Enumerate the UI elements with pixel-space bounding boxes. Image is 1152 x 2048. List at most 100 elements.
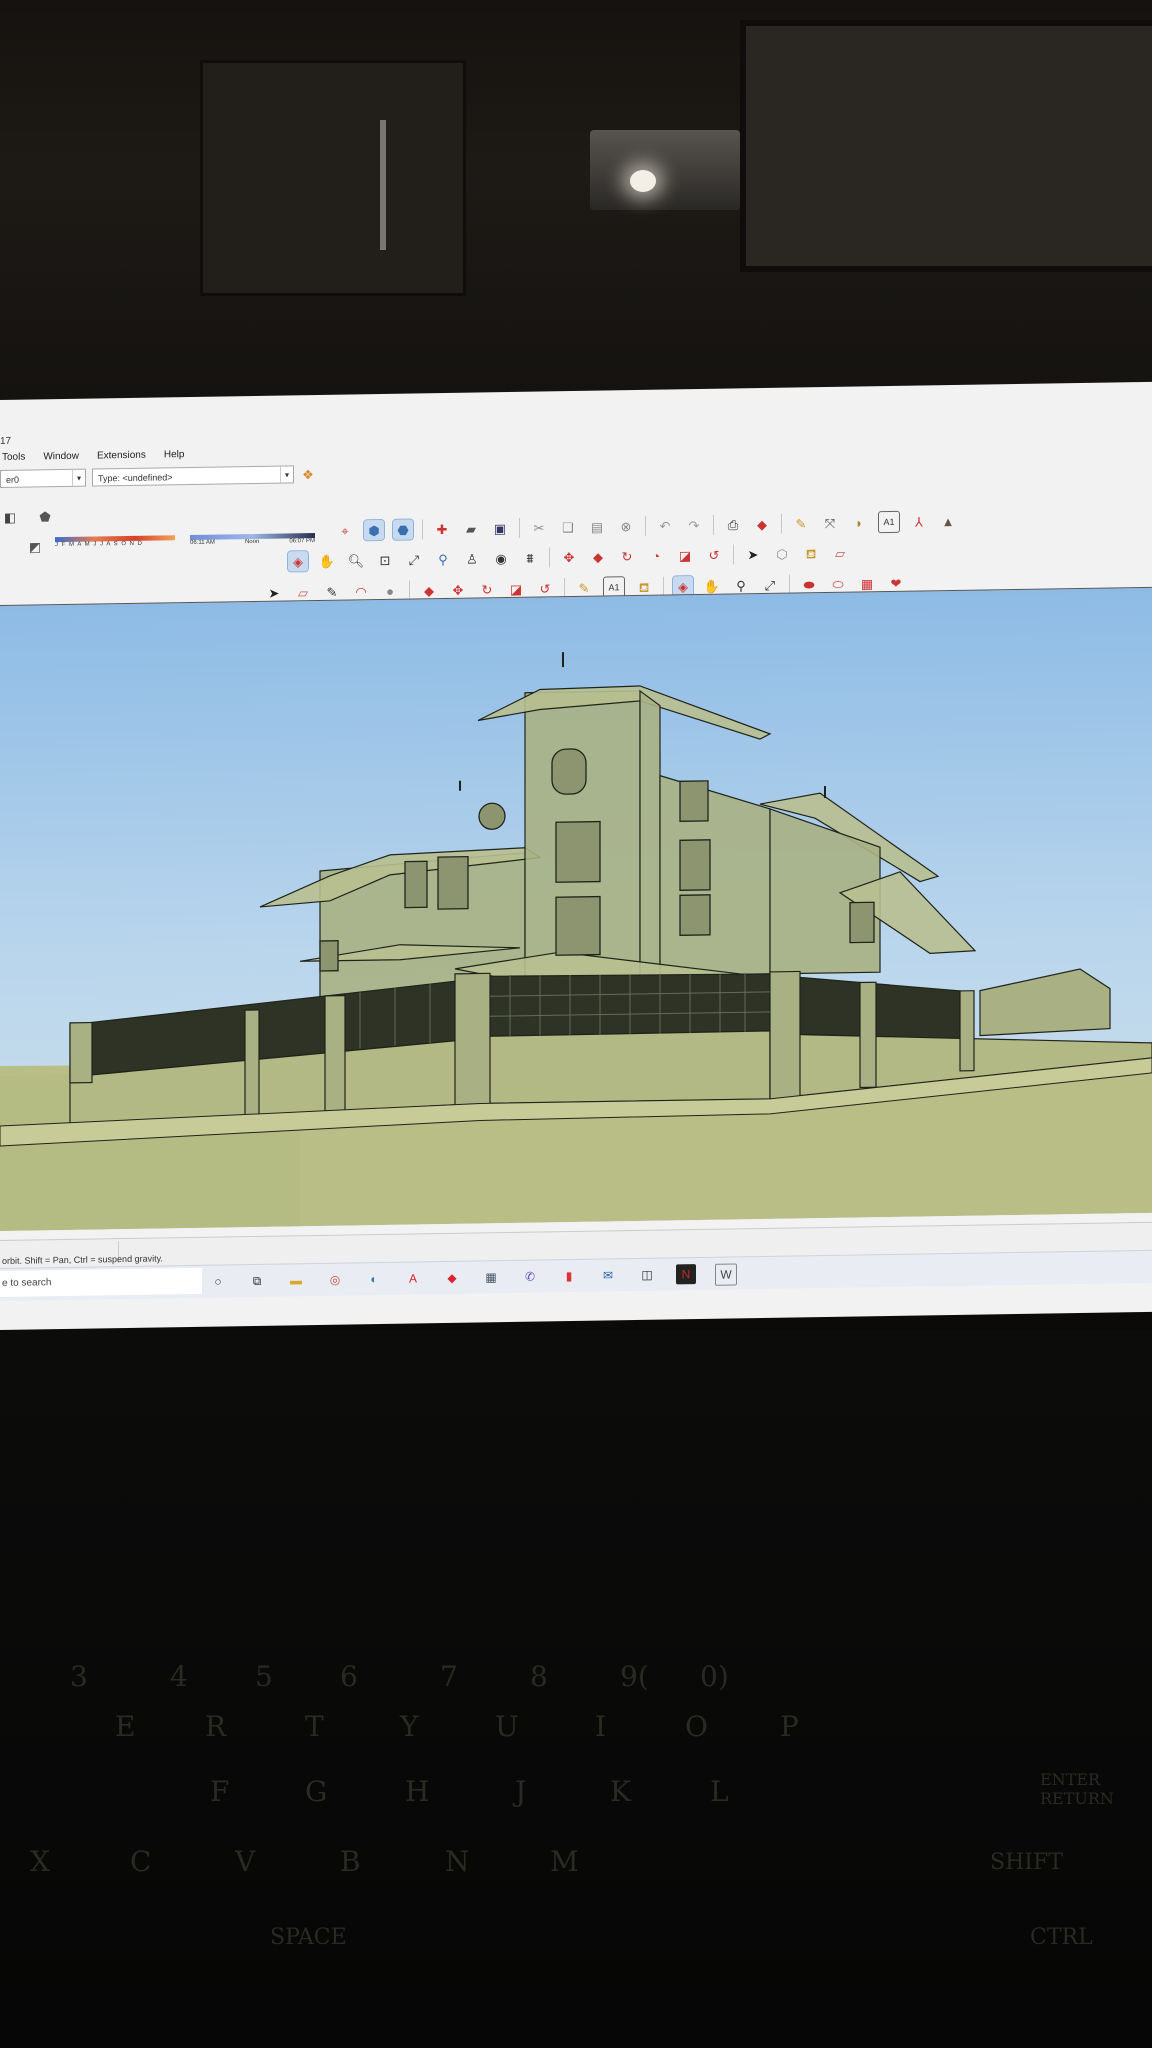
redo-icon[interactable]: ↷: [684, 515, 704, 535]
look-around-icon[interactable]: ◉: [491, 548, 511, 568]
separator: [645, 515, 646, 536]
key: N: [445, 1845, 470, 1878]
model-info-icon[interactable]: ◆: [752, 514, 772, 534]
mail-icon[interactable]: ✉: [598, 1265, 618, 1285]
key-ctrl: CTRL: [1030, 1925, 1093, 1950]
separator: [781, 513, 782, 534]
key: K: [610, 1775, 631, 1808]
house-model: [0, 652, 1152, 1231]
taskbar-apps: ○ ⧉ ▬ ◎ ◐ A ◆ ▦ ✆ ▮ ✉ ◫ N W: [208, 1263, 737, 1293]
key: E: [115, 1710, 136, 1743]
autocad-icon[interactable]: A: [403, 1268, 423, 1288]
select-icon[interactable]: ⬢: [363, 518, 385, 542]
key-space: SPACE: [270, 1925, 347, 1950]
3d-text-icon[interactable]: ▲: [938, 511, 958, 531]
open-icon[interactable]: ✚: [432, 519, 452, 539]
zoom-extents-icon[interactable]: ⤢: [404, 549, 424, 569]
undo-icon[interactable]: ↶: [655, 515, 675, 535]
follow-me-icon[interactable]: ◔: [646, 546, 666, 566]
shadow-date-slider[interactable]: J F M A M J J A S O N D: [55, 535, 175, 551]
copy-icon[interactable]: ❏: [558, 517, 578, 537]
file-explorer-icon[interactable]: ▬: [286, 1270, 306, 1290]
task-view-icon[interactable]: ⧉: [247, 1271, 267, 1291]
tape-measure-icon[interactable]: ✎: [791, 513, 811, 533]
toolbar-row-2: ◈ ✋ 🔍︎ ⊡ ⤢ ⚲ ♙ ◉ ⩩ ✥ ◆ ↻ ◔ ◪ ↺ ➤ ⬡ ⛾ ▱: [287, 543, 850, 573]
save-icon[interactable]: ▣: [490, 518, 510, 538]
window-title: 17: [0, 435, 12, 447]
print-icon[interactable]: ⎙: [723, 514, 743, 534]
pan-icon[interactable]: ✋: [317, 551, 337, 571]
menu-window[interactable]: Window: [41, 449, 81, 470]
open-folder-icon[interactable]: ▰: [461, 518, 481, 538]
cut-icon[interactable]: ✂: [529, 517, 549, 537]
lamp: [590, 130, 740, 210]
offset-icon[interactable]: ↺: [704, 545, 724, 565]
menu-tools[interactable]: Tools: [0, 450, 27, 470]
orbit-icon[interactable]: ⌖: [335, 520, 355, 540]
toolbar-row-1: ◧ ⬟: [0, 506, 55, 527]
styles-icon[interactable]: ⬟: [35, 506, 55, 526]
key: U: [495, 1710, 519, 1743]
time-noon: Noon: [244, 538, 260, 546]
store-icon[interactable]: ◫: [637, 1265, 657, 1285]
laptop-keyboard: 3 4 5 6 7 8 9( 0) E R T Y U I O P F G H …: [0, 1330, 1152, 2048]
key: 5: [255, 1660, 273, 1693]
select-icon[interactable]: ➤: [743, 544, 763, 564]
scale-icon[interactable]: ◪: [675, 545, 695, 565]
eraser-icon[interactable]: ▱: [830, 543, 850, 563]
zoom-window-icon[interactable]: ⊡: [375, 550, 395, 570]
key: 8: [530, 1660, 548, 1693]
key: 4: [170, 1660, 188, 1693]
taskbar-search[interactable]: e to search: [0, 1267, 202, 1297]
key: C: [130, 1845, 152, 1878]
edge-icon[interactable]: ◐: [364, 1269, 384, 1289]
key: O: [685, 1710, 708, 1743]
sketchup-icon[interactable]: ◆: [442, 1268, 462, 1288]
layers-icon[interactable]: ◧: [0, 507, 20, 527]
netflix-icon[interactable]: N: [676, 1264, 696, 1285]
dimension-icon[interactable]: ⤧: [820, 513, 840, 533]
cortana-icon[interactable]: ○: [208, 1271, 228, 1291]
previous-view-icon[interactable]: ⚲: [433, 549, 453, 569]
search-placeholder: e to search: [2, 1277, 52, 1289]
toolbar-row-1b: ⌖ ⬢ ⬣ ✚ ▰ ▣ ✂ ❏ ▤ ⊗ ↶ ↷ ⎙ ◆ ✎ ⤧ ◗ A1 ⅄ ▲: [335, 510, 958, 542]
make-component-icon[interactable]: ⬡: [772, 544, 792, 564]
axes-icon[interactable]: ⅄: [909, 511, 929, 531]
paste-icon[interactable]: ▤: [587, 516, 607, 536]
position-camera-icon[interactable]: ♙: [462, 548, 482, 568]
walk-icon[interactable]: ⩩: [520, 548, 540, 568]
viber-icon[interactable]: ✆: [520, 1267, 540, 1287]
wall-frame: [200, 60, 466, 296]
zoom-icon[interactable]: 🔍︎: [346, 550, 366, 570]
menu-help[interactable]: Help: [162, 447, 187, 467]
key-shift: SHIFT: [990, 1850, 1063, 1875]
paint-icon[interactable]: ⬣: [392, 518, 414, 541]
paint-bucket-icon[interactable]: ⛾: [801, 543, 821, 563]
shadows-toggle-icon[interactable]: ◩: [25, 536, 45, 556]
text-icon[interactable]: A1: [878, 510, 900, 534]
key: B: [340, 1845, 361, 1878]
menu-extensions[interactable]: Extensions: [95, 448, 148, 469]
component-options-icon[interactable]: ❖: [298, 464, 318, 484]
move-icon[interactable]: ✥: [559, 547, 579, 567]
type-value: Type: <undefined>: [98, 472, 173, 484]
word-icon[interactable]: W: [715, 1263, 737, 1286]
layer-dropdown[interactable]: er0 ▾: [0, 468, 86, 488]
lamp-pole: [380, 120, 386, 250]
office-icon[interactable]: ▮: [559, 1266, 579, 1286]
time-start: 06:11 AM: [190, 539, 215, 547]
model-viewport[interactable]: [0, 586, 1152, 1231]
type-dropdown[interactable]: Type: <undefined> ▾: [92, 465, 294, 487]
key: H: [405, 1775, 430, 1808]
calculator-icon[interactable]: ▦: [481, 1267, 501, 1287]
erase-icon[interactable]: ⊗: [616, 516, 636, 536]
orbit-icon[interactable]: ◈: [287, 550, 309, 573]
push-pull-icon[interactable]: ◆: [588, 546, 608, 566]
key: 3: [70, 1660, 88, 1693]
shadow-time-slider[interactable]: 06:11 AM Noon 06:07 PM: [190, 533, 315, 549]
chrome-icon[interactable]: ◎: [325, 1270, 345, 1290]
rotate-icon[interactable]: ↻: [617, 546, 637, 566]
protractor-icon[interactable]: ◗: [849, 512, 869, 532]
separator: [733, 544, 734, 565]
key: Y: [400, 1710, 419, 1743]
